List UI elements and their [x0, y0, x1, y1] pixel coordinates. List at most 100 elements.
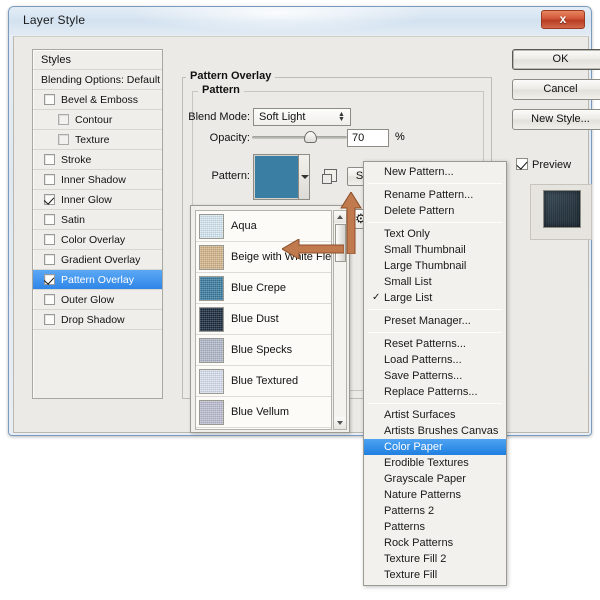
checkbox[interactable]	[44, 314, 55, 325]
menu-item-nature-patterns[interactable]: Nature Patterns	[364, 487, 506, 503]
menu-item-artist-surfaces[interactable]: Artist Surfaces	[364, 407, 506, 423]
opacity-unit: %	[395, 131, 405, 143]
menu-item-label: Replace Patterns...	[384, 386, 478, 398]
pattern-swatch	[199, 400, 224, 425]
menu-item-erodible-textures[interactable]: Erodible Textures	[364, 455, 506, 471]
menu-item-patterns-2[interactable]: Patterns 2	[364, 503, 506, 519]
menu-item-patterns[interactable]: Patterns	[364, 519, 506, 535]
preview-label: Preview	[532, 159, 571, 171]
style-item-inner-shadow[interactable]: Inner Shadow	[33, 170, 162, 190]
pattern-list-item[interactable]: Blue Vellum	[196, 397, 331, 428]
style-item-label: Texture	[75, 134, 109, 146]
style-item-drop-shadow[interactable]: Drop Shadow	[33, 310, 162, 330]
checkbox[interactable]	[44, 254, 55, 265]
menu-item-small-list[interactable]: Small List	[364, 274, 506, 290]
menu-item-texture-fill-2[interactable]: Texture Fill 2	[364, 551, 506, 567]
blend-mode-select[interactable]: Soft Light ▲▼	[253, 108, 351, 126]
pattern-overlay-title: Pattern Overlay	[186, 70, 275, 82]
checkbox[interactable]	[44, 274, 55, 285]
blend-mode-label: Blend Mode:	[184, 111, 250, 123]
menu-item-texture-fill[interactable]: Texture Fill	[364, 567, 506, 583]
scroll-up-icon[interactable]	[334, 211, 346, 223]
blending-options-item[interactable]: Blending Options: Default	[33, 70, 162, 90]
checkbox[interactable]	[44, 194, 55, 205]
new-preset-icon[interactable]	[324, 169, 337, 182]
cancel-button[interactable]: Cancel	[512, 79, 600, 100]
menu-item-label: Text Only	[384, 228, 430, 240]
menu-item-artists-brushes-canvas[interactable]: Artists Brushes Canvas	[364, 423, 506, 439]
style-item-inner-glow[interactable]: Inner Glow	[33, 190, 162, 210]
style-item-bevel-emboss[interactable]: Bevel & Emboss	[33, 90, 162, 110]
style-item-satin[interactable]: Satin	[33, 210, 162, 230]
style-item-label: Pattern Overlay	[61, 274, 134, 286]
pattern-list[interactable]: AquaBeige with White FleckBlue CrepeBlue…	[195, 210, 332, 430]
pattern-swatch	[199, 307, 224, 332]
menu-item-rename-pattern[interactable]: Rename Pattern...	[364, 187, 506, 203]
opacity-slider-thumb[interactable]	[304, 131, 317, 143]
menu-item-small-thumbnail[interactable]: Small Thumbnail	[364, 242, 506, 258]
pattern-list-item[interactable]: Blue Specks	[196, 335, 331, 366]
checkbox[interactable]	[44, 214, 55, 225]
menu-item-label: Save Patterns...	[384, 370, 462, 382]
pattern-list-item[interactable]: Aqua	[196, 211, 331, 242]
menu-item-save-patterns[interactable]: Save Patterns...	[364, 368, 506, 384]
opacity-slider-track[interactable]	[252, 136, 347, 139]
pattern-list-item[interactable]: Blue Textured	[196, 366, 331, 397]
preview-checkbox[interactable]	[516, 158, 528, 170]
pattern-list-item[interactable]: Blue Crepe	[196, 273, 331, 304]
menu-item-large-list[interactable]: ✓Large List	[364, 290, 506, 306]
style-item-outer-glow[interactable]: Outer Glow	[33, 290, 162, 310]
style-item-color-overlay[interactable]: Color Overlay	[33, 230, 162, 250]
style-item-pattern-overlay[interactable]: Pattern Overlay	[33, 270, 162, 290]
menu-item-label: Grayscale Paper	[384, 473, 466, 485]
opacity-label: Opacity:	[184, 132, 250, 144]
checkbox[interactable]	[58, 134, 69, 145]
close-icon[interactable]: x	[541, 10, 585, 29]
checkbox[interactable]	[44, 154, 55, 165]
style-item-contour[interactable]: Contour	[33, 110, 162, 130]
pattern-current-swatch	[255, 156, 299, 198]
checkbox[interactable]	[44, 234, 55, 245]
style-item-texture[interactable]: Texture	[33, 130, 162, 150]
menu-item-label: Large Thumbnail	[384, 260, 466, 272]
checkbox[interactable]	[44, 294, 55, 305]
menu-item-delete-pattern[interactable]: Delete Pattern	[364, 203, 506, 219]
checkbox[interactable]	[44, 94, 55, 105]
style-item-stroke[interactable]: Stroke	[33, 150, 162, 170]
menu-item-label: Texture Fill 2	[384, 553, 446, 565]
pattern-name: Blue Vellum	[231, 397, 289, 428]
new-style-button[interactable]: New Style...	[512, 109, 600, 130]
menu-item-grayscale-paper[interactable]: Grayscale Paper	[364, 471, 506, 487]
menu-item-new-pattern[interactable]: New Pattern...	[364, 164, 506, 180]
menu-item-load-patterns[interactable]: Load Patterns...	[364, 352, 506, 368]
menu-separator	[368, 332, 502, 333]
chevron-down-icon[interactable]	[298, 155, 309, 199]
pattern-list-item[interactable]: Buff Textured	[196, 428, 331, 430]
menu-separator	[368, 403, 502, 404]
pattern-list-item[interactable]: Blue Dust	[196, 304, 331, 335]
menu-item-color-paper[interactable]: Color Paper	[364, 439, 506, 455]
style-item-label: Satin	[61, 214, 85, 226]
menu-item-label: Large List	[384, 292, 432, 304]
ok-button[interactable]: OK	[512, 49, 600, 70]
checkbox[interactable]	[58, 114, 69, 125]
style-item-gradient-overlay[interactable]: Gradient Overlay	[33, 250, 162, 270]
pattern-swatch-button[interactable]	[253, 154, 310, 200]
styles-list-panel: StylesBlending Options: DefaultBevel & E…	[32, 49, 163, 399]
preview-checkbox-row[interactable]: Preview	[516, 158, 571, 171]
menu-item-rock-patterns[interactable]: Rock Patterns	[364, 535, 506, 551]
menu-item-reset-patterns[interactable]: Reset Patterns...	[364, 336, 506, 352]
menu-item-replace-patterns[interactable]: Replace Patterns...	[364, 384, 506, 400]
menu-item-large-thumbnail[interactable]: Large Thumbnail	[364, 258, 506, 274]
menu-item-text-only[interactable]: Text Only	[364, 226, 506, 242]
opacity-input[interactable]: 70	[347, 129, 389, 147]
scrollbar-thumb[interactable]	[335, 224, 346, 262]
scroll-down-icon[interactable]	[334, 417, 346, 429]
title-bar[interactable]: Layer Style x	[9, 7, 591, 35]
pattern-swatch	[199, 369, 224, 394]
menu-item-preset-manager[interactable]: Preset Manager...	[364, 313, 506, 329]
pattern-list-item[interactable]: Beige with White Fleck	[196, 242, 331, 273]
menu-item-label: Rename Pattern...	[384, 189, 473, 201]
checkbox[interactable]	[44, 174, 55, 185]
pattern-list-scrollbar[interactable]	[333, 210, 347, 430]
